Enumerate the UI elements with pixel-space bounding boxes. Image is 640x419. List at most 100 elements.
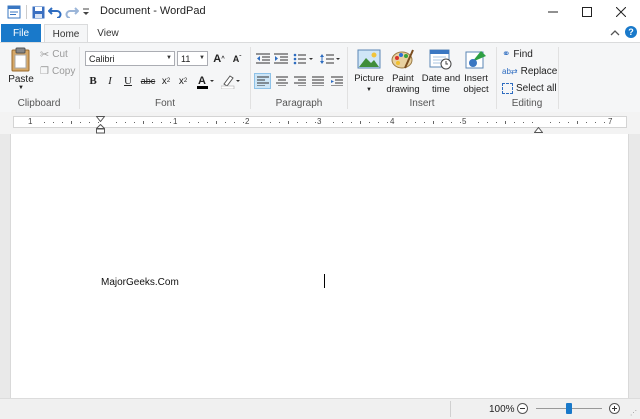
object-icon <box>465 51 486 69</box>
scissors-icon: ✂ <box>40 48 50 61</box>
copy-button[interactable]: ❐ Copy <box>40 64 75 78</box>
bold-button[interactable]: B <box>86 73 100 89</box>
paste-label: Paste <box>8 74 34 85</box>
picture-label: Picture <box>354 73 384 84</box>
italic-button[interactable]: I <box>103 73 117 89</box>
insert-picture-button[interactable]: Picture ▼ <box>352 46 386 96</box>
find-button[interactable]: ⚭ Find <box>502 47 533 61</box>
copy-icon: ❐ <box>40 65 49 77</box>
select-all-icon <box>502 82 513 94</box>
cut-label: Cut <box>52 48 68 60</box>
ribbon-tabs: File Home View ? <box>0 24 640 43</box>
align-right-button[interactable] <box>291 73 308 89</box>
align-center-icon <box>275 76 288 86</box>
text-color-button[interactable]: A <box>196 73 216 89</box>
undo-icon[interactable] <box>47 4 63 20</box>
document-page[interactable]: MajorGeeks.Com <box>10 134 629 398</box>
tab-view[interactable]: View <box>90 24 126 42</box>
datetime-label-line1: Date and <box>421 73 461 84</box>
help-icon[interactable]: ? <box>625 26 637 38</box>
paragraph-settings-button[interactable] <box>328 73 345 89</box>
paint-label-line1: Paint <box>392 73 414 84</box>
chevron-down-icon: ▼ <box>366 87 372 93</box>
superscript-button[interactable]: x2 <box>176 73 190 89</box>
text-cursor <box>324 274 325 288</box>
bullets-button[interactable] <box>292 51 316 66</box>
close-button[interactable] <box>604 0 638 24</box>
underline-button[interactable]: U <box>121 73 135 89</box>
resize-grip-icon[interactable]: ⋰ <box>630 409 637 417</box>
divider <box>26 5 27 19</box>
select-all-button[interactable]: Select all <box>502 81 557 95</box>
shrink-font-button[interactable]: Aˇ <box>230 51 244 66</box>
line-spacing-button[interactable] <box>319 51 343 66</box>
paste-button[interactable]: Paste ▼ <box>6 45 36 93</box>
chevron-down-icon: ▼ <box>166 55 172 61</box>
collapse-ribbon-icon[interactable] <box>610 28 620 40</box>
zoom-in-button[interactable] <box>609 403 620 417</box>
editing-group-label: Editing <box>511 98 543 109</box>
chevron-down-icon: ▼ <box>18 85 24 91</box>
increase-indent-icon <box>274 53 288 63</box>
picture-icon <box>357 49 381 69</box>
zoom-slider-thumb[interactable] <box>566 403 572 414</box>
font-family-value: Calibri <box>89 53 115 64</box>
select-all-label: Select all <box>516 82 557 94</box>
svg-text:A: A <box>198 75 206 87</box>
replace-label: Replace <box>520 65 558 77</box>
clipboard-group-label: Clipboard <box>17 98 61 109</box>
zoom-out-button[interactable] <box>517 403 528 417</box>
increase-indent-button[interactable] <box>273 51 289 66</box>
text-color-icon: A <box>197 75 214 89</box>
highlighter-icon <box>221 74 240 89</box>
zoom-level: 100% <box>489 404 515 415</box>
insert-object-button[interactable]: Insert object <box>460 46 492 96</box>
title-bar: Document - WordPad <box>0 0 640 24</box>
paint-label-line2: drawing <box>386 84 420 95</box>
find-label: Find <box>513 48 533 60</box>
binoculars-icon: ⚭ <box>502 48 511 60</box>
bullet-list-icon <box>293 53 313 64</box>
subscript-button[interactable]: x2 <box>159 73 173 89</box>
minimize-button[interactable] <box>536 0 570 24</box>
paint-palette-icon <box>391 49 414 69</box>
datetime-label-line2: time <box>432 84 450 95</box>
paragraph-group-label: Paragraph <box>275 98 323 109</box>
strikethrough-button[interactable]: abc <box>139 73 157 89</box>
save-icon[interactable] <box>30 4 46 20</box>
font-size-select[interactable]: 11 ▼ <box>177 51 208 66</box>
wordpad-app-icon[interactable] <box>6 4 22 20</box>
cut-button[interactable]: ✂ Cut <box>40 47 68 61</box>
align-center-button[interactable] <box>273 73 290 89</box>
align-left-button[interactable] <box>254 73 271 89</box>
divider <box>558 47 559 109</box>
decrease-indent-button[interactable] <box>255 51 271 66</box>
grow-font-button[interactable]: A ^ <box>212 51 226 66</box>
chevron-down-icon: ▼ <box>199 55 205 61</box>
copy-label: Copy <box>51 65 76 77</box>
font-group-label: Font <box>154 98 175 109</box>
divider <box>450 401 451 417</box>
highlight-color-button[interactable] <box>220 73 242 89</box>
object-label-line1: Insert <box>464 73 488 84</box>
status-bar: 100% ⋰ <box>0 398 640 419</box>
align-right-icon <box>293 76 306 86</box>
customize-toolbar-icon[interactable] <box>81 4 91 20</box>
paint-drawing-button[interactable]: Paint drawing <box>385 46 421 96</box>
replace-button[interactable]: ab⇄ Replace <box>502 64 557 78</box>
ribbon: Paste ▼ ✂ Cut ❐ Copy Clipboard Calibri ▼… <box>0 42 640 114</box>
tab-file[interactable]: File <box>1 24 41 42</box>
justify-icon <box>311 76 324 86</box>
paragraph-icon <box>330 76 343 86</box>
date-time-button[interactable]: Date and time <box>421 46 461 96</box>
line-spacing-icon <box>320 53 340 64</box>
font-family-select[interactable]: Calibri ▼ <box>85 51 175 66</box>
paste-icon <box>11 47 30 72</box>
font-size-value: 11 <box>181 53 191 64</box>
window-title: Document - WordPad <box>100 5 206 17</box>
document-text[interactable]: MajorGeeks.Com <box>101 277 179 288</box>
justify-button[interactable] <box>309 73 326 89</box>
redo-icon[interactable] <box>64 4 80 20</box>
maximize-button[interactable] <box>570 0 604 24</box>
tab-home[interactable]: Home <box>44 24 88 43</box>
